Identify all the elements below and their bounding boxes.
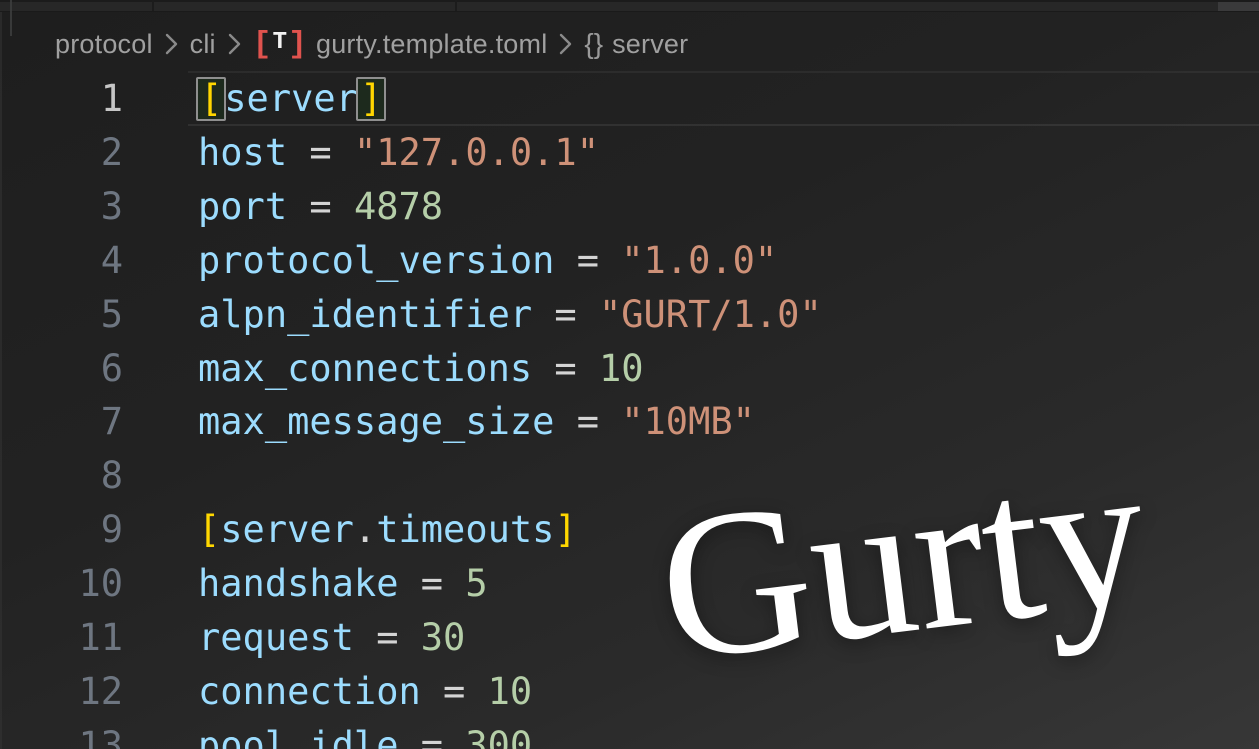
token-k: pool_idle <box>198 724 398 749</box>
token-o: = <box>532 347 599 390</box>
token-k: timeouts <box>376 508 554 551</box>
panel-edge-line <box>10 0 12 36</box>
code-line-text: max_connections = 10 <box>123 347 644 390</box>
toml-icon-close-bracket: ] <box>288 29 307 60</box>
breadcrumb-item-cli[interactable]: cli <box>190 29 216 60</box>
line-number[interactable]: 12 <box>0 670 123 713</box>
token-n: 10 <box>488 670 533 713</box>
breadcrumb-item-filename[interactable]: gurty.template.toml <box>316 29 547 60</box>
line-number[interactable]: 10 <box>0 562 123 605</box>
chevron-right-icon <box>227 31 242 57</box>
chevron-right-icon <box>558 31 573 57</box>
token-o: = <box>532 293 599 336</box>
line-number[interactable]: 8 <box>0 454 123 497</box>
token-k: host <box>198 131 287 174</box>
line-number[interactable]: 2 <box>0 131 123 174</box>
token-k: server <box>224 77 358 120</box>
breadcrumb-item-protocol[interactable]: protocol <box>55 29 153 60</box>
token-s: "10MB" <box>621 400 755 443</box>
code-line[interactable]: 4protocol_version = "1.0.0" <box>0 234 1259 288</box>
token-o: = <box>554 400 621 443</box>
token-n: 300 <box>465 724 532 749</box>
code-line-text: max_message_size = "10MB" <box>123 400 755 443</box>
code-line-text: request = 30 <box>123 616 465 659</box>
code-line[interactable]: 13pool_idle = 300 <box>0 718 1259 749</box>
toml-file-icon: [ T ] <box>253 29 307 60</box>
token-b: ] <box>554 508 576 551</box>
bracket-match-box: [ <box>196 77 226 122</box>
code-line-text: handshake = 5 <box>123 562 488 605</box>
token-s: "127.0.0.1" <box>354 131 599 174</box>
gurty-watermark: Gurty <box>649 428 1156 694</box>
token-k: server <box>220 508 354 551</box>
token-bracket: [ <box>200 77 222 120</box>
line-number[interactable]: 11 <box>0 616 123 659</box>
token-o: = <box>287 131 354 174</box>
code-line[interactable]: 3port = 4878 <box>0 180 1259 234</box>
code-line[interactable]: 12connection = 10 <box>0 664 1259 718</box>
token-o: = <box>398 724 465 749</box>
token-k: max_message_size <box>198 400 554 443</box>
tab-bar-strip <box>0 0 1259 12</box>
code-line-text: protocol_version = "1.0.0" <box>123 239 777 282</box>
code-line[interactable]: 2host = "127.0.0.1" <box>0 126 1259 180</box>
toml-icon-open-bracket: [ <box>253 29 272 60</box>
tab-bar-bottom-edge <box>0 11 1259 12</box>
code-line[interactable]: 6max_connections = 10 <box>0 341 1259 395</box>
token-k: port <box>198 185 287 228</box>
token-k: max_connections <box>198 347 532 390</box>
line-number[interactable]: 6 <box>0 347 123 390</box>
token-b: [ <box>198 508 220 551</box>
code-line-text: [server.timeouts] <box>123 508 577 551</box>
token-o: = <box>554 239 621 282</box>
token-s: "GURT/1.0" <box>599 293 822 336</box>
breadcrumb: protocol cli [ T ] gurty.template.toml {… <box>55 24 688 64</box>
token-o: = <box>287 185 354 228</box>
line-number[interactable]: 4 <box>0 239 123 282</box>
line-number[interactable]: 3 <box>0 185 123 228</box>
token-s: "1.0.0" <box>621 239 777 282</box>
line-number[interactable]: 7 <box>0 400 123 443</box>
code-line-text: [server] <box>123 77 384 122</box>
code-line-text: pool_idle = 300 <box>123 724 532 749</box>
token-k: alpn_identifier <box>198 293 532 336</box>
code-line[interactable]: 1[server] <box>0 72 1259 126</box>
token-n: 5 <box>465 562 487 605</box>
code-line[interactable]: 5alpn_identifier = "GURT/1.0" <box>0 287 1259 341</box>
tab-bar-top-edge <box>0 0 1259 2</box>
toml-icon-letter: T <box>273 31 288 55</box>
symbol-namespace-icon: {} <box>584 28 603 60</box>
token-o: = <box>421 670 488 713</box>
breadcrumb-item-symbol-server[interactable]: server <box>612 29 688 60</box>
token-o: = <box>354 616 421 659</box>
bracket-match-box: ] <box>356 77 386 122</box>
code-line-text: connection = 10 <box>123 670 532 713</box>
line-number[interactable]: 9 <box>0 508 123 551</box>
token-k: request <box>198 616 354 659</box>
code-line-text: alpn_identifier = "GURT/1.0" <box>123 293 822 336</box>
token-n: 30 <box>421 616 466 659</box>
token-k: protocol_version <box>198 239 554 282</box>
line-number[interactable]: 13 <box>0 724 123 749</box>
token-o: = <box>398 562 465 605</box>
line-number[interactable]: 5 <box>0 293 123 336</box>
token-bracket: ] <box>360 77 382 120</box>
vscode-editor-screenshot: protocol cli [ T ] gurty.template.toml {… <box>0 0 1259 749</box>
code-line-text: host = "127.0.0.1" <box>123 131 599 174</box>
token-n: 10 <box>599 347 644 390</box>
token-k: connection <box>198 670 421 713</box>
token-k: handshake <box>198 562 398 605</box>
token-o: . <box>354 508 376 551</box>
code-line-text: port = 4878 <box>123 185 443 228</box>
token-n: 4878 <box>354 185 443 228</box>
chevron-right-icon <box>164 31 179 57</box>
line-number[interactable]: 1 <box>0 77 123 120</box>
